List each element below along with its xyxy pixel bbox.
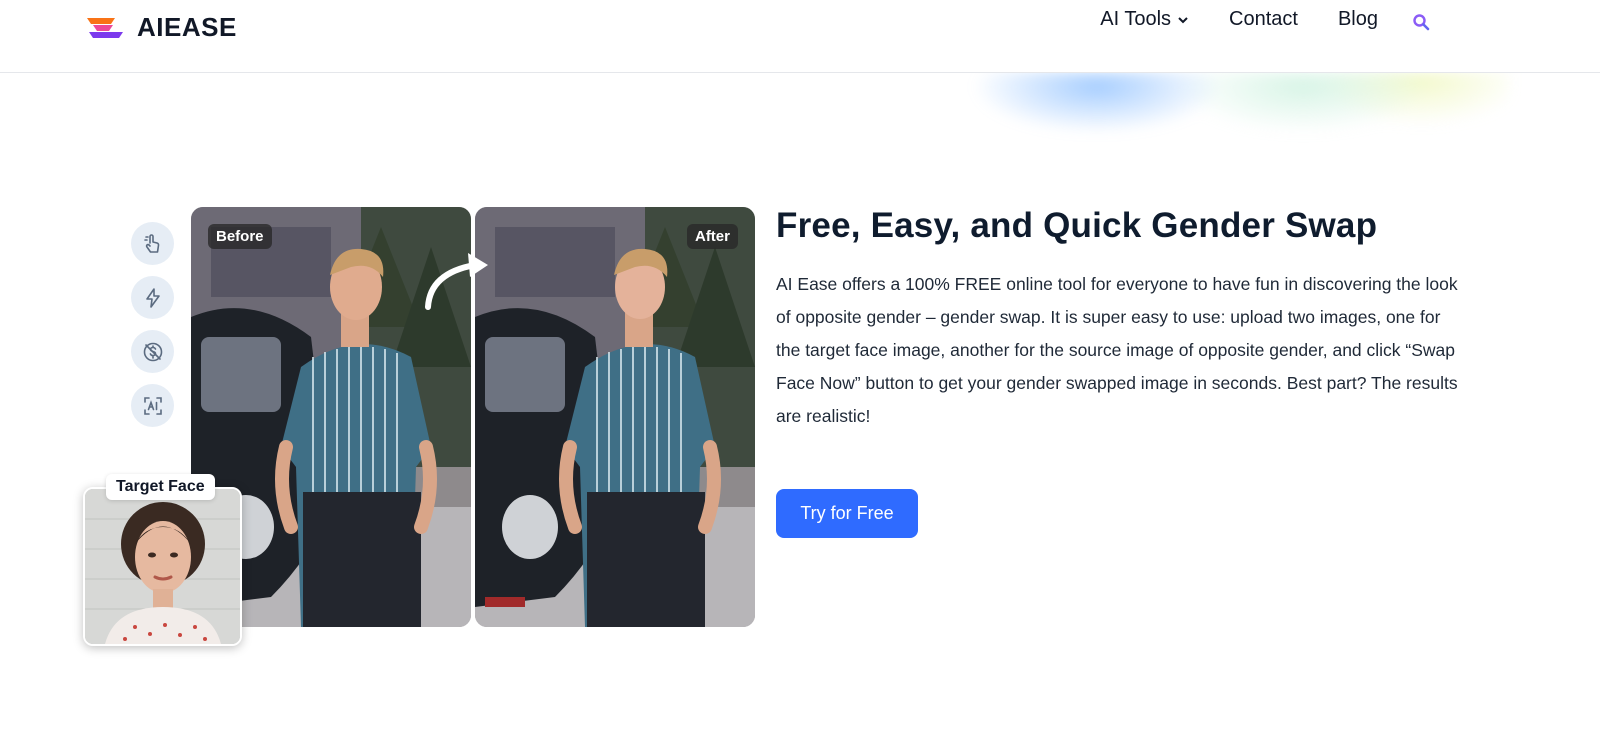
logo[interactable]: AIEASE — [85, 12, 237, 43]
target-face-image — [83, 487, 242, 646]
nav-blog[interactable]: Blog — [1338, 8, 1378, 31]
hero-description: AI Ease offers a 100% FREE online tool f… — [776, 274, 1458, 426]
before-tag: Before — [208, 224, 272, 249]
nav-ai-tools[interactable]: AI Tools — [1100, 8, 1189, 31]
target-face-illustration — [85, 489, 240, 644]
nav-ai-tools-label: AI Tools — [1100, 8, 1172, 30]
chevron-down-icon — [1178, 16, 1188, 23]
after-tag: After — [686, 224, 738, 249]
after-photo-illustration — [475, 207, 755, 627]
no-cost-icon — [131, 330, 174, 373]
site-header: AIEASE AI Tools Contact Blog — [0, 0, 1600, 73]
main-nav: AI Tools Contact Blog — [1100, 8, 1430, 31]
hero-content: Free, Easy, and Quick Gender Swap AI Eas… — [776, 206, 1466, 433]
logo-text: AIEASE — [137, 12, 237, 42]
logo-mark-icon — [87, 17, 123, 38]
curved-arrow-icon — [425, 253, 488, 310]
target-face-label: Target Face — [106, 474, 215, 500]
feature-icon-column — [131, 222, 174, 427]
tap-icon — [131, 222, 174, 265]
try-for-free-button[interactable]: Try for Free — [776, 489, 918, 538]
nav-contact[interactable]: Contact — [1229, 8, 1298, 31]
ai-scan-icon — [131, 384, 174, 427]
page-title: Free, Easy, and Quick Gender Swap — [776, 206, 1378, 245]
search-icon[interactable] — [1412, 13, 1430, 31]
decorative-gradient — [920, 72, 1510, 146]
lightning-icon — [131, 276, 174, 319]
after-image: After — [475, 207, 755, 627]
